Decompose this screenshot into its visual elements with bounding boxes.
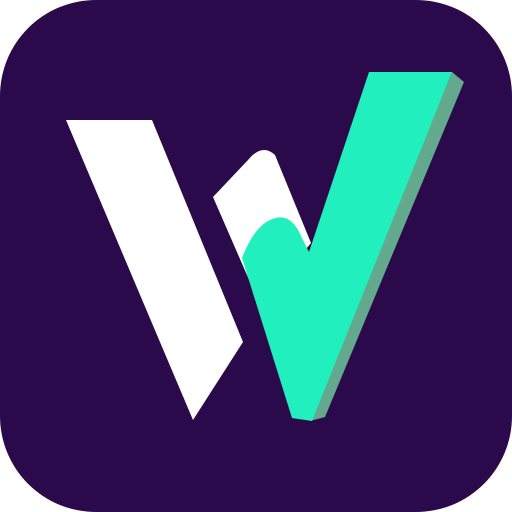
w-checkmark-logo-icon <box>0 0 512 512</box>
app-icon-canvas <box>0 0 512 512</box>
